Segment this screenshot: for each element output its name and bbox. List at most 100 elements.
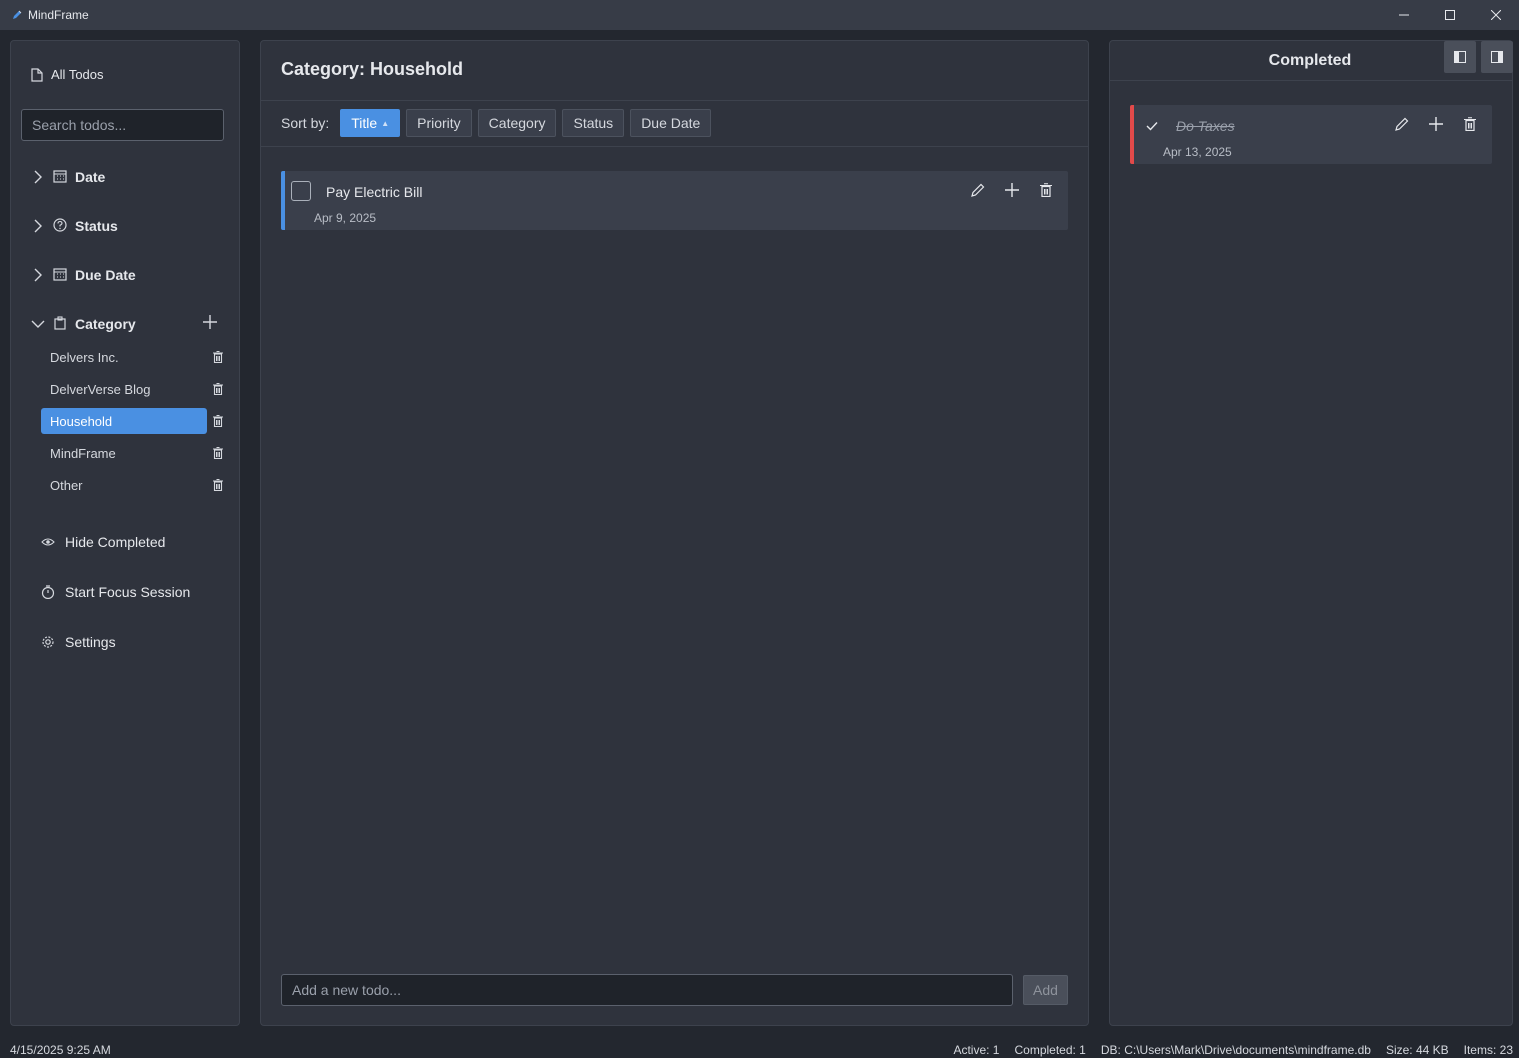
settings-label: Settings (65, 634, 116, 650)
pencil-icon (971, 183, 985, 197)
page-title: Category: Household (281, 59, 464, 79)
delete-category-button[interactable] (212, 382, 224, 396)
sort-status-button[interactable]: Status (562, 109, 625, 137)
close-icon (1491, 10, 1501, 20)
maximize-button[interactable] (1427, 0, 1473, 30)
checkmark-icon[interactable] (1146, 118, 1158, 134)
clipboard-icon (53, 315, 67, 333)
sort-button-label: Priority (417, 115, 461, 131)
search-input[interactable] (21, 109, 224, 141)
category-label: Other (50, 477, 83, 493)
status-db-path: DB: C:\Users\Mark\Drive\documents\mindfr… (1100, 1043, 1371, 1057)
eye-icon (41, 538, 55, 546)
todo-item[interactable]: Pay Electric Bill Apr 9, 2025 (281, 171, 1068, 230)
sort-button-label: Status (573, 115, 614, 131)
stopwatch-icon (41, 585, 55, 599)
category-item-mindframe[interactable]: MindFrame (41, 440, 207, 466)
status-active-count: Active: 1 (953, 1043, 1000, 1057)
plus-icon (1429, 117, 1443, 131)
section-status-label: Status (75, 218, 118, 234)
minimize-button[interactable] (1381, 0, 1427, 30)
todo-date: Apr 9, 2025 (314, 211, 377, 225)
status-db-size: Size: 44 KB (1385, 1043, 1449, 1057)
add-subtask-button[interactable] (1003, 181, 1021, 199)
category-label: Delvers Inc. (50, 349, 119, 365)
status-info: Active: 1 Completed: 1 DB: C:\Users\Mark… (953, 1043, 1513, 1057)
main-panel: Category: Household Sort by: Title ▲ Pri… (260, 40, 1089, 1026)
chevron-right-icon (31, 170, 45, 184)
minimize-icon (1399, 14, 1409, 16)
status-bar: 4/15/2025 9:25 AM Active: 1 Completed: 1… (0, 1040, 1519, 1058)
all-todos-label: All Todos (51, 67, 104, 82)
sort-asc-icon: ▲ (381, 118, 390, 128)
section-category[interactable]: Category (31, 314, 136, 334)
toggle-left-panel-button[interactable] (1444, 41, 1476, 73)
delete-category-button[interactable] (212, 478, 224, 492)
sort-label: Sort by: (281, 115, 330, 131)
status-completed-count: Completed: 1 (1014, 1043, 1086, 1057)
new-todo-input[interactable] (281, 974, 1013, 1006)
add-todo-button[interactable]: Add (1023, 975, 1068, 1005)
chevron-right-icon (31, 219, 45, 233)
category-label: DelverVerse Blog (50, 381, 151, 397)
trash-icon (213, 447, 223, 459)
focus-session-button[interactable]: Start Focus Session (41, 582, 190, 602)
trash-icon (1464, 117, 1476, 131)
close-button[interactable] (1473, 0, 1519, 30)
trash-icon (213, 415, 223, 427)
edit-button[interactable] (1393, 115, 1411, 133)
left-panel-icon (1454, 51, 1466, 63)
category-label: MindFrame (50, 445, 116, 461)
right-panel-icon (1491, 51, 1503, 63)
chevron-down-icon (31, 320, 45, 328)
todo-title: Pay Electric Bill (326, 184, 423, 200)
sort-bar: Sort by: Title ▲ Priority Category Statu… (281, 109, 712, 137)
add-subtask-button[interactable] (1427, 115, 1445, 133)
all-todos-item[interactable]: All Todos (31, 67, 104, 82)
gear-icon (42, 636, 54, 648)
delete-button[interactable] (1461, 115, 1479, 133)
section-due-date[interactable]: Due Date (31, 265, 136, 285)
section-category-label: Category (75, 316, 136, 332)
delete-category-button[interactable] (212, 446, 224, 460)
section-date[interactable]: Date (31, 167, 105, 187)
delete-category-button[interactable] (212, 350, 224, 364)
sort-category-button[interactable]: Category (477, 109, 557, 137)
add-category-button[interactable] (201, 313, 219, 331)
chevron-right-icon (31, 268, 45, 282)
calendar-icon (53, 169, 67, 186)
edit-button[interactable] (969, 181, 987, 199)
app-pen-icon (12, 9, 24, 21)
question-circle-icon (53, 217, 67, 235)
sort-button-label: Category (488, 115, 546, 131)
settings-button[interactable]: Settings (41, 632, 116, 652)
sort-priority-button[interactable]: Priority (406, 109, 472, 137)
delete-category-button[interactable] (212, 414, 224, 428)
category-item-delververse-blog[interactable]: DelverVerse Blog (41, 376, 207, 402)
status-datetime: 4/15/2025 9:25 AM (10, 1043, 111, 1057)
document-icon (31, 67, 43, 82)
toggle-right-panel-button[interactable] (1481, 41, 1513, 73)
status-item-count: Items: 23 (1463, 1043, 1513, 1057)
section-due-date-label: Due Date (75, 267, 136, 283)
todo-checkbox[interactable] (291, 181, 311, 201)
hide-completed-label: Hide Completed (65, 534, 166, 550)
trash-icon (213, 351, 223, 363)
divider (1110, 80, 1512, 81)
divider (261, 146, 1088, 147)
maximize-icon (1445, 10, 1455, 20)
sort-button-label: Title (351, 115, 378, 131)
delete-button[interactable] (1037, 181, 1055, 199)
category-item-other[interactable]: Other (41, 472, 207, 498)
focus-session-label: Start Focus Session (65, 584, 191, 600)
category-item-household[interactable]: Household (41, 408, 207, 434)
calendar-icon (53, 267, 67, 284)
completed-todo-title: Do Taxes (1176, 118, 1235, 134)
section-status[interactable]: Status (31, 216, 118, 236)
completed-todo-item[interactable]: Do Taxes Apr 13, 2025 (1130, 105, 1492, 164)
sort-due-date-button[interactable]: Due Date (630, 109, 712, 137)
todo-actions (969, 181, 1055, 199)
hide-completed-button[interactable]: Hide Completed (41, 532, 165, 552)
sort-title-button[interactable]: Title ▲ (340, 109, 401, 137)
category-item-delvers-inc[interactable]: Delvers Inc. (41, 344, 207, 370)
